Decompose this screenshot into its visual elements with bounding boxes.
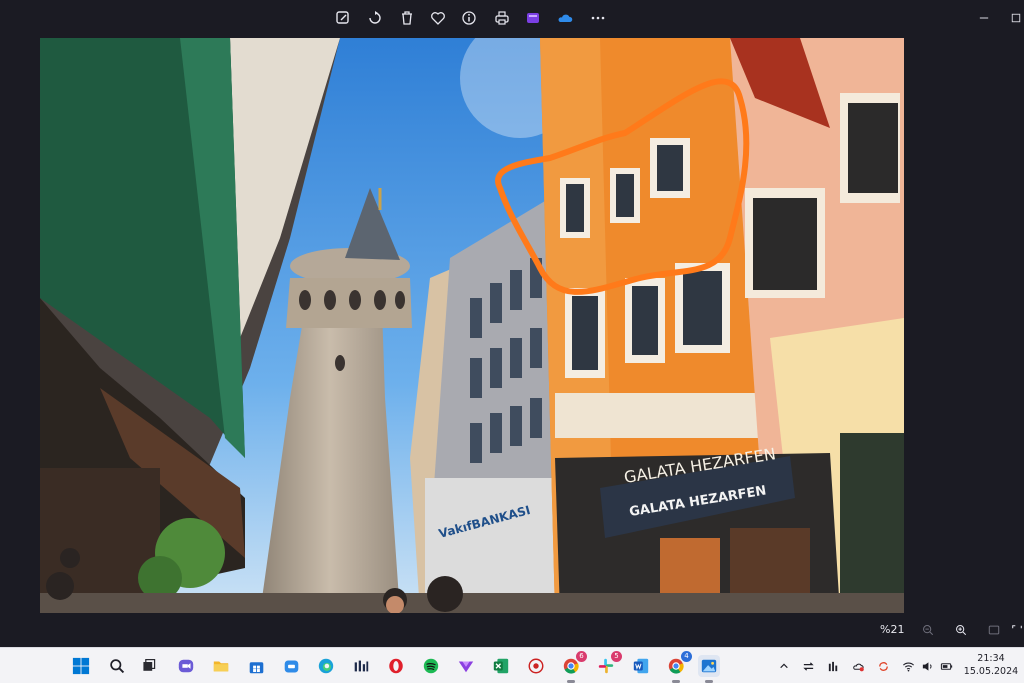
vpn-icon: [458, 661, 474, 673]
fit-to-window-button[interactable]: [985, 621, 1003, 639]
transfer-icon: [802, 661, 814, 671]
delete-button[interactable]: [397, 8, 417, 28]
show-hidden-icons-button[interactable]: [777, 659, 791, 673]
cloud-sync-icon: [852, 663, 864, 671]
store-icon: [249, 661, 263, 673]
folder-icon: [213, 661, 229, 672]
zoom-in-icon: [956, 625, 967, 636]
analytics-icon: [354, 660, 369, 672]
minimize-button[interactable]: [972, 6, 996, 30]
battery-icon: [940, 662, 952, 670]
favorite-button[interactable]: [428, 8, 448, 28]
task-view-button[interactable]: [138, 655, 160, 677]
more-icon: [591, 16, 605, 20]
tray-app-cloud[interactable]: [851, 659, 865, 673]
taskbar-app-spotify[interactable]: [420, 655, 442, 677]
minimize-icon: [979, 17, 989, 19]
video-app-icon: [178, 659, 194, 673]
tray-app-sync[interactable]: [876, 659, 890, 673]
print-icon: [495, 11, 509, 25]
delete-icon: [402, 11, 412, 25]
fit-window-icon: [988, 625, 1000, 635]
fullscreen-icon: [1012, 625, 1022, 629]
onedrive-icon: [558, 14, 573, 22]
taskbar-app-vpn[interactable]: [455, 655, 477, 677]
zoom-out-icon: [923, 625, 934, 636]
slack-badge: 5: [611, 651, 622, 662]
rotate-icon: [369, 11, 381, 24]
zoom-level: %21: [880, 623, 905, 636]
chevron-up-icon: [780, 663, 788, 669]
taskbar-app-file-explorer[interactable]: [210, 655, 232, 677]
chrome-badge: 6: [576, 651, 587, 662]
clipchamp-icon: [527, 13, 539, 23]
taskbar-app-screenshot[interactable]: [525, 655, 547, 677]
clipchamp-button[interactable]: [523, 8, 543, 28]
zoom-out-button[interactable]: [919, 621, 937, 639]
edit-icon: [336, 11, 349, 24]
more-options-button[interactable]: [588, 8, 608, 28]
opera-icon: [389, 658, 403, 674]
word-icon: [633, 658, 649, 674]
spotify-icon: [423, 658, 439, 674]
tray-app-analytics[interactable]: [826, 659, 840, 673]
battery-status[interactable]: [939, 659, 953, 673]
zoom-in-button[interactable]: [952, 621, 970, 639]
taskbar-app-video[interactable]: [175, 655, 197, 677]
maximize-icon: [1011, 13, 1021, 23]
edit-button[interactable]: [333, 8, 353, 28]
viewer-status-bar: %21: [0, 613, 1024, 647]
taskbar-app-edge[interactable]: [315, 655, 337, 677]
taskbar-app-photos[interactable]: [698, 655, 720, 683]
tray-app-transfer[interactable]: [801, 659, 815, 673]
onedrive-button[interactable]: [555, 8, 575, 28]
wifi-status[interactable]: [901, 659, 915, 673]
screenshot-tool-icon: [528, 658, 544, 674]
taskbar-app-excel[interactable]: [490, 655, 512, 677]
photo-viewer-image[interactable]: VakıfBANKASI GALATA HEZARFEN GALATA HEZA…: [40, 38, 904, 613]
wifi-icon: [902, 662, 914, 672]
taskbar-app-chrome[interactable]: 6: [560, 651, 587, 683]
info-icon: [462, 11, 476, 25]
viewer-toolbar: [0, 0, 1024, 38]
chrome-2-badge: 4: [681, 651, 692, 662]
fullscreen-button[interactable]: [1008, 621, 1024, 639]
search-icon: [109, 658, 124, 673]
analytics-tray-icon: [828, 661, 837, 671]
windows-logo-icon: [72, 657, 90, 675]
taskbar-app-chrome-2[interactable]: 4: [665, 651, 692, 683]
info-button[interactable]: [459, 8, 479, 28]
start-button[interactable]: [70, 655, 92, 677]
favorite-icon: [431, 12, 445, 25]
windows-taskbar: 6 5 4 21:34 15.05.2024: [0, 647, 1024, 683]
chat-icon: [284, 660, 298, 672]
task-view-icon: [143, 659, 156, 671]
search-button[interactable]: [106, 655, 128, 677]
taskbar-clock[interactable]: 21:34 15.05.2024: [962, 652, 1020, 678]
clock-date: 15.05.2024: [963, 666, 1019, 677]
photos-app-window: VakıfBANKASI GALATA HEZARFEN GALATA HEZA…: [0, 0, 1024, 683]
sync-icon: [878, 661, 888, 671]
volume-control[interactable]: [920, 659, 934, 673]
taskbar-app-analytics[interactable]: [350, 655, 372, 677]
taskbar-app-word[interactable]: [630, 655, 652, 677]
taskbar-app-slack[interactable]: 5: [595, 651, 622, 677]
clock-time: 21:34: [977, 653, 1005, 664]
taskbar-app-chat[interactable]: [280, 655, 302, 677]
galata-tower-photo: VakıfBANKASI GALATA HEZARFEN GALATA HEZA…: [40, 38, 904, 613]
maximize-button[interactable]: [1008, 6, 1024, 30]
taskbar-app-opera[interactable]: [385, 655, 407, 677]
rotate-button[interactable]: [365, 8, 385, 28]
volume-icon: [922, 661, 931, 671]
edge-icon: [318, 658, 334, 674]
print-button[interactable]: [492, 8, 512, 28]
taskbar-app-store[interactable]: [245, 655, 267, 677]
excel-icon: [493, 658, 509, 674]
photos-icon: [701, 659, 717, 673]
